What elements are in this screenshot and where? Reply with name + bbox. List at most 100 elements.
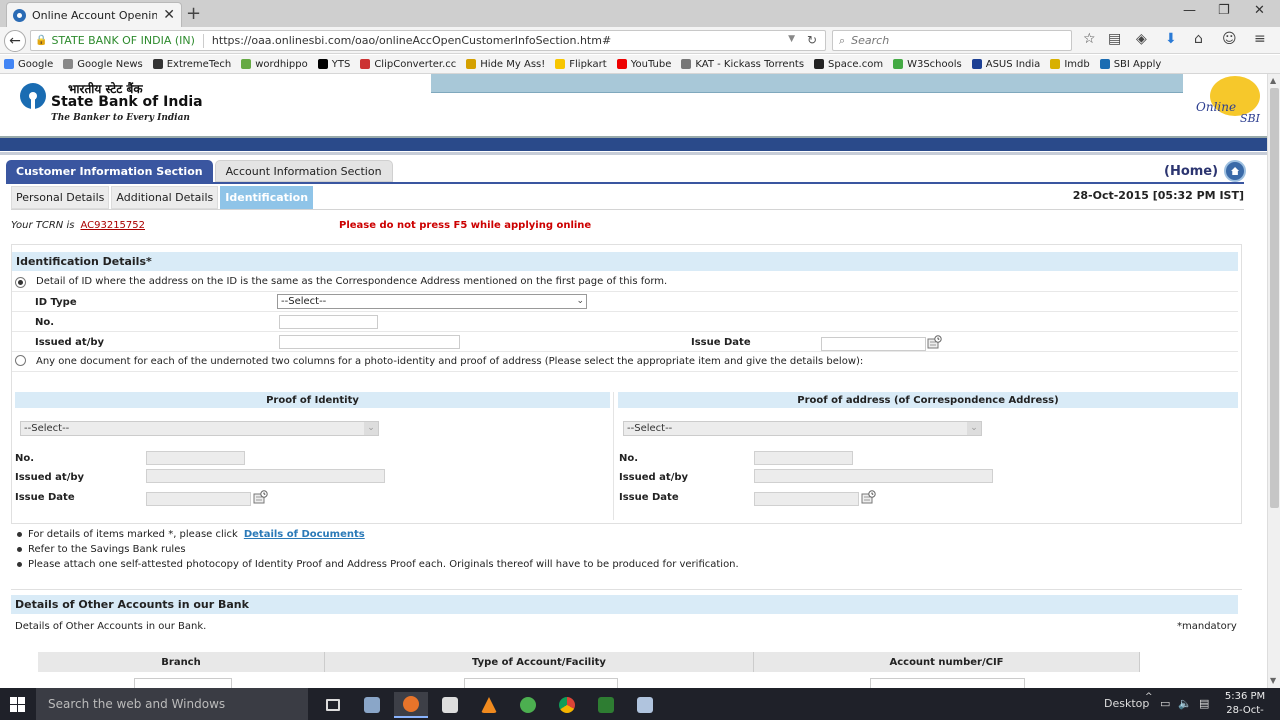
tab-account-information[interactable]: Account Information Section [214, 160, 393, 182]
proof-identity-issued-input[interactable] [146, 469, 385, 483]
url-dropdown-icon[interactable]: ▼ [788, 34, 795, 44]
home-link[interactable]: (Home) [1164, 160, 1247, 182]
store-icon[interactable] [433, 692, 467, 718]
id-no-input[interactable] [279, 315, 378, 329]
id-option-same-address-radio[interactable] [15, 277, 26, 288]
current-datetime: 28-Oct-2015 [05:32 PM IST] [1072, 189, 1244, 202]
identification-heading: Identification Details* [12, 252, 1238, 271]
note-savings-bank-rules: Refer to the Savings Bank rules [17, 544, 186, 555]
tab-identification[interactable]: Identification [220, 186, 314, 209]
taskbar-clock[interactable]: 5:36 PM 28-Oct-15 [1220, 690, 1270, 720]
bookmark-favicon-icon [152, 59, 163, 69]
proof-address-select[interactable]: --Select-- ⌄ [623, 421, 982, 436]
id-option-two-documents-label: Any one document for each of the underno… [36, 356, 864, 367]
bookmark-item[interactable]: Space.com [814, 59, 883, 70]
chrome-icon[interactable] [550, 692, 584, 718]
search-icon: ⌕ [839, 33, 846, 47]
bookmark-item[interactable]: W3Schools [893, 59, 962, 70]
tray-expand-icon[interactable]: ^ [1145, 692, 1153, 702]
notepad-icon[interactable] [628, 692, 662, 718]
chevron-down-icon: ⌄ [576, 296, 584, 306]
proof-address-issue-date-input[interactable] [754, 492, 859, 506]
browser-tab[interactable]: Online Account Opening ... ✕ [6, 2, 182, 27]
bookmark-item[interactable]: wordhippo [241, 59, 308, 70]
lock-icon: 🔒 [35, 35, 48, 46]
windows-start-icon[interactable] [10, 697, 25, 712]
calendar-icon[interactable] [861, 490, 876, 504]
home-icon[interactable]: ⌂ [1194, 31, 1203, 47]
desktop-toolbar[interactable]: Desktop [1104, 697, 1149, 710]
calendar-icon[interactable] [927, 335, 942, 349]
bookmark-item[interactable]: Imdb [1050, 59, 1090, 70]
camtasia-icon[interactable] [589, 692, 623, 718]
minimize-icon[interactable]: — [1183, 3, 1196, 18]
chevron-down-icon: ⌄ [364, 422, 378, 435]
bookmark-favicon-icon [814, 59, 825, 69]
sbi-header: भारतीय स्टेट बैंक State Bank of India Th… [0, 74, 1267, 136]
scroll-up-icon[interactable]: ▲ [1270, 76, 1276, 85]
id-issued-input[interactable] [279, 335, 460, 349]
sbi-favicon-icon [13, 8, 26, 22]
utorrent-icon[interactable] [511, 692, 545, 718]
id-issue-date-input[interactable] [821, 337, 926, 351]
bookmark-item[interactable]: SBI Apply [1099, 59, 1161, 70]
file-explorer-icon[interactable] [355, 692, 389, 718]
chat-icon[interactable]: ☺ [1222, 31, 1237, 47]
bookmark-item[interactable]: Hide My Ass! [466, 59, 545, 70]
scroll-down-icon[interactable]: ▼ [1270, 676, 1276, 685]
bookmark-item[interactable]: ExtremeTech [152, 59, 231, 70]
scrollbar-thumb[interactable] [1270, 88, 1279, 508]
id-type-select[interactable]: --Select-- ⌄ [277, 294, 587, 309]
calendar-icon[interactable] [253, 490, 268, 504]
account-type-input[interactable] [464, 678, 618, 688]
back-arrow-icon[interactable]: ← [4, 30, 26, 52]
chevron-down-icon: ⌄ [967, 422, 981, 435]
tab-additional-details[interactable]: Additional Details [111, 186, 219, 209]
browser-search-input[interactable]: ⌕ Search [832, 30, 1072, 51]
id-option-two-documents-radio[interactable] [15, 355, 26, 366]
id-no-label: No. [35, 317, 55, 328]
bookmark-item[interactable]: ASUS India [971, 59, 1040, 70]
download-icon[interactable]: ⬇ [1165, 31, 1177, 47]
proof-address-no-input[interactable] [754, 451, 853, 465]
volume-icon[interactable]: 🔈 [1178, 697, 1192, 710]
close-tab-icon[interactable]: ✕ [163, 7, 175, 23]
note-details-of-documents: For details of items marked *, please cl… [17, 529, 365, 540]
task-view-icon[interactable] [316, 692, 350, 718]
reading-list-icon[interactable]: ▤ [1108, 31, 1121, 47]
vlc-icon[interactable] [472, 692, 506, 718]
bookmark-item[interactable]: KAT - Kickass Torrents [681, 59, 804, 70]
bookmark-item[interactable]: Google [4, 59, 53, 70]
firefox-icon[interactable] [394, 692, 428, 718]
mandatory-note: *mandatory [1177, 621, 1237, 632]
new-tab-icon[interactable]: + [186, 3, 201, 24]
menu-icon[interactable]: ≡ [1254, 31, 1266, 47]
page-scrollbar[interactable]: ▲ ▼ [1267, 74, 1280, 688]
bookmark-item[interactable]: ClipConverter.cc [360, 59, 456, 70]
tab-personal-details[interactable]: Personal Details [11, 186, 110, 209]
bookmark-item[interactable]: YouTube [616, 59, 671, 70]
branch-input[interactable] [134, 678, 232, 688]
bookmark-item[interactable]: YTS [317, 59, 350, 70]
notifications-icon[interactable]: ▤ [1199, 697, 1209, 710]
restore-icon[interactable]: ❐ [1218, 3, 1230, 18]
network-icon[interactable]: ▭ [1160, 697, 1170, 710]
sbi-logo-icon [20, 83, 46, 109]
bookmark-item[interactable]: Flipkart [555, 59, 607, 70]
close-window-icon[interactable]: ✕ [1254, 3, 1265, 18]
bookmark-favicon-icon [1050, 59, 1061, 69]
bookmark-item[interactable]: Google News [63, 59, 143, 70]
bookmark-star-icon[interactable]: ☆ [1083, 31, 1096, 47]
proof-identity-no-input[interactable] [146, 451, 245, 465]
url-bar[interactable]: 🔒 STATE BANK OF INDIA (IN) https://oaa.o… [30, 30, 826, 51]
taskbar-search-input[interactable]: Search the web and Windows [36, 688, 308, 720]
account-number-input[interactable] [870, 678, 1025, 688]
details-of-documents-link[interactable]: Details of Documents [244, 529, 365, 540]
column-account-type: Type of Account/Facility [325, 652, 754, 672]
proof-identity-issue-date-input[interactable] [146, 492, 251, 506]
pocket-icon[interactable]: ◈ [1136, 31, 1147, 47]
proof-identity-select[interactable]: --Select-- ⌄ [20, 421, 379, 436]
reload-icon[interactable]: ↻ [807, 33, 817, 47]
proof-address-issued-input[interactable] [754, 469, 993, 483]
tab-customer-information[interactable]: Customer Information Section [6, 160, 213, 182]
